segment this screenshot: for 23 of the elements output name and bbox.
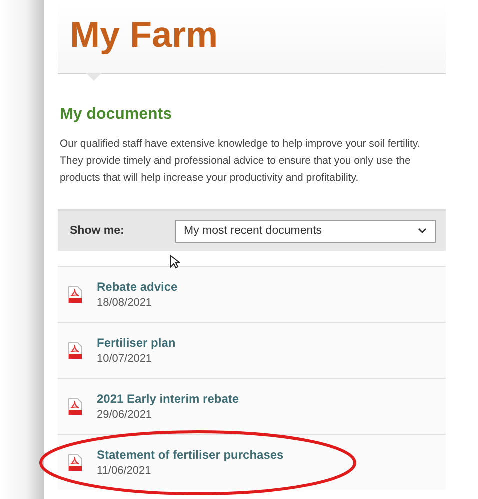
page-title: My Farm bbox=[70, 14, 218, 56]
header-pointer bbox=[86, 73, 102, 81]
chevron-icon bbox=[418, 228, 427, 234]
document-link[interactable]: Statement of fertiliser purchases bbox=[97, 448, 284, 462]
pdf-icon bbox=[68, 454, 83, 472]
document-row[interactable]: Fertiliser plan 10/07/2021 bbox=[58, 322, 446, 378]
document-row[interactable]: 2021 Early interim rebate 29/06/2021 bbox=[58, 378, 446, 434]
pdf-icon bbox=[68, 342, 83, 360]
section-description: Our qualified staff have extensive knowledge to help improve your soil fertility. They provide timely and professional advice to ensure that you only use the products that will help increase your productivity and profitability. bbox=[60, 137, 422, 186]
document-row[interactable]: Statement of fertiliser purchases 11/06/2021 bbox=[58, 434, 446, 490]
document-date: 11/06/2021 bbox=[97, 465, 152, 477]
filter-label: Show me: bbox=[70, 225, 126, 237]
pdf-icon bbox=[68, 398, 83, 416]
document-link[interactable]: Rebate advice bbox=[97, 280, 178, 294]
document-link[interactable]: 2021 Early interim rebate bbox=[97, 392, 240, 406]
mouse-cursor-icon bbox=[170, 255, 180, 269]
document-link[interactable]: Fertiliser plan bbox=[97, 336, 176, 350]
document-date: 18/08/2021 bbox=[97, 297, 154, 309]
filter-dropdown[interactable]: My most recent documents bbox=[175, 220, 436, 242]
document-date: 29/06/2021 bbox=[97, 409, 154, 421]
section-heading: My documents bbox=[60, 106, 172, 124]
document-date: 10/07/2021 bbox=[97, 353, 154, 365]
pdf-icon bbox=[68, 286, 83, 304]
